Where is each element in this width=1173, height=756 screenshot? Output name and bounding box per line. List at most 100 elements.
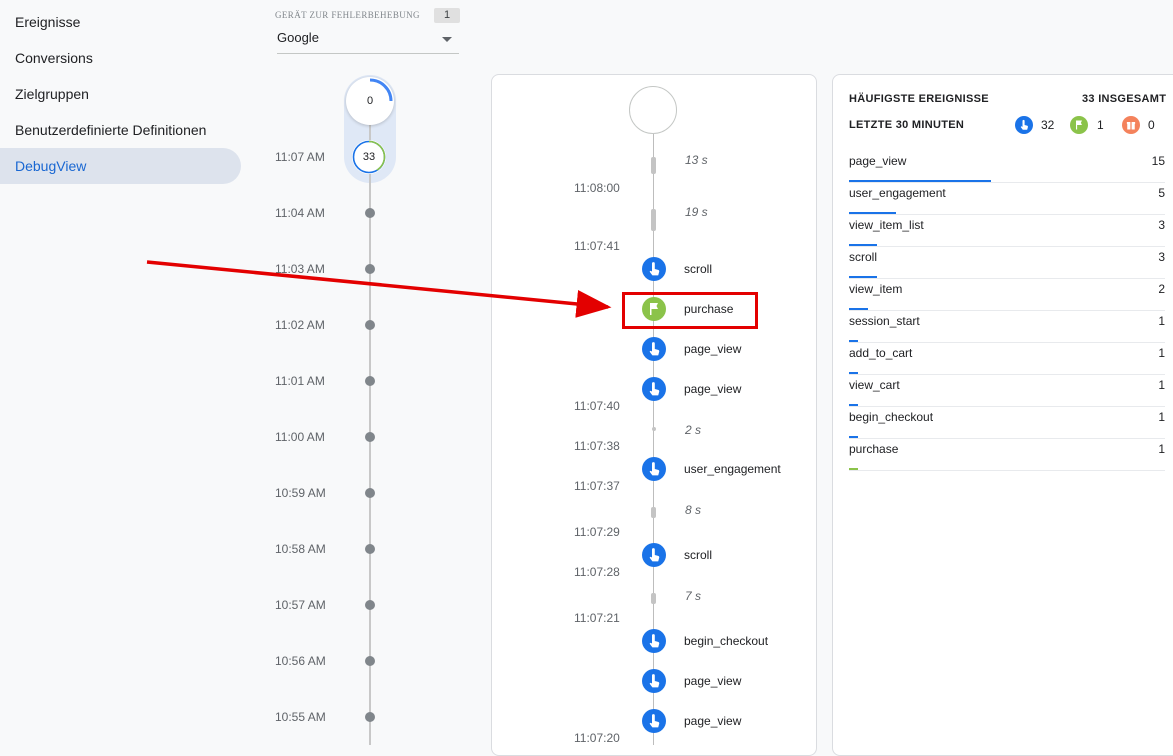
top-event-name: view_item_list — [849, 218, 924, 232]
second-timestamp: 11:07:29 — [574, 525, 620, 539]
event-name[interactable]: page_view — [684, 674, 741, 688]
event-name[interactable]: page_view — [684, 382, 741, 396]
second-timestamp: 11:08:00 — [574, 181, 620, 195]
event-name[interactable]: scroll — [684, 262, 712, 276]
top-event-name: page_view — [849, 154, 907, 168]
top-event-row[interactable]: view_cart 1 — [849, 374, 1165, 407]
gap-label: 7 s — [685, 589, 702, 603]
gap-marker — [651, 209, 656, 231]
minute-dot[interactable] — [365, 600, 375, 610]
touch-icon[interactable] — [642, 709, 666, 733]
touch-icon[interactable] — [642, 457, 666, 481]
top-event-row[interactable]: view_item_list 3 — [849, 214, 1165, 247]
minute-dot[interactable] — [365, 376, 375, 386]
touch-icon[interactable] — [642, 337, 666, 361]
minutes-top-count: 0 — [366, 95, 374, 107]
top-event-count: 1 — [1158, 314, 1165, 328]
legend-touch-count: 32 — [1041, 118, 1055, 132]
top-event-name: session_start — [849, 314, 920, 328]
minute-dot[interactable] — [365, 488, 375, 498]
event-name[interactable]: page_view — [684, 342, 741, 356]
minute-dot[interactable] — [365, 712, 375, 722]
legend-other-count: 0 — [1148, 118, 1155, 132]
top-event-row[interactable]: page_view 15 — [849, 150, 1165, 183]
top-event-row[interactable]: user_engagement 5 — [849, 182, 1165, 215]
nav-item-ereignisse[interactable]: Ereignisse — [0, 4, 80, 40]
second-timestamp: 11:07:38 — [574, 439, 620, 453]
minute-dot[interactable] — [365, 656, 375, 666]
top-event-row[interactable]: purchase 1 — [849, 438, 1165, 471]
device-select[interactable]: Google — [277, 27, 459, 54]
minute-dot[interactable] — [365, 544, 375, 554]
top-event-name: user_engagement — [849, 186, 946, 200]
gap-marker — [651, 157, 656, 174]
minute-label-current: 11:07 AM — [275, 150, 325, 164]
second-timestamp: 11:07:28 — [574, 565, 620, 579]
top-event-row[interactable]: add_to_cart 1 — [849, 342, 1165, 375]
minute-dot[interactable] — [365, 208, 375, 218]
touch-icon[interactable] — [642, 669, 666, 693]
top-event-name: view_cart — [849, 378, 900, 392]
minute-dot[interactable] — [365, 432, 375, 442]
gap-label: 2 s — [685, 423, 702, 437]
top-event-count: 1 — [1158, 346, 1165, 360]
top-event-row[interactable]: scroll 3 — [849, 246, 1165, 279]
top-event-count: 1 — [1158, 410, 1165, 424]
seconds-stream-panel — [491, 74, 817, 756]
event-name[interactable]: page_view — [684, 714, 741, 728]
top-event-name: purchase — [849, 442, 899, 456]
second-timestamp: 11:07:37 — [574, 479, 620, 493]
top-event-count: 15 — [1151, 154, 1165, 168]
nav-item-zielgruppen[interactable]: Zielgruppen — [0, 76, 89, 112]
touch-icon[interactable] — [642, 543, 666, 567]
minute-dot[interactable] — [365, 264, 375, 274]
gap-marker — [651, 593, 656, 604]
event-name[interactable]: scroll — [684, 548, 712, 562]
minute-label: 10:59 AM — [275, 486, 326, 500]
top-event-count: 5 — [1158, 186, 1165, 200]
minutes-top-counter[interactable]: 0 — [346, 77, 394, 125]
legend-conversion-count: 1 — [1097, 118, 1104, 132]
second-timestamp: 11:07:41 — [574, 239, 620, 253]
minute-label: 10:56 AM — [275, 654, 326, 668]
minute-label: 11:04 AM — [275, 206, 325, 220]
top-event-name: scroll — [849, 250, 878, 264]
minutes-current-counter[interactable]: 33 — [352, 140, 386, 174]
top-event-row[interactable]: begin_checkout 1 — [849, 406, 1165, 439]
gap-marker — [651, 507, 656, 518]
top-events-total: 33 INSGESAMT — [1082, 93, 1167, 105]
gap-marker — [652, 427, 656, 431]
device-label: GERÄT ZUR FEHLERBEHEBUNG — [275, 10, 420, 20]
top-events-period: LETZTE 30 MINUTEN — [849, 119, 965, 131]
device-count-badge: 1 — [434, 8, 460, 23]
nav-item-conversions[interactable]: Conversions — [0, 40, 93, 76]
device-select-value: Google — [277, 30, 319, 45]
top-event-bar — [849, 468, 858, 470]
minutes-current-count: 33 — [362, 151, 376, 163]
minute-label: 11:03 AM — [275, 262, 325, 276]
chevron-down-icon — [442, 37, 452, 42]
flag-icon — [1070, 116, 1088, 134]
gap-label: 19 s — [685, 205, 708, 219]
event-name[interactable]: begin_checkout — [684, 634, 768, 648]
top-event-row[interactable]: view_item 2 — [849, 278, 1165, 311]
top-event-name: add_to_cart — [849, 346, 913, 360]
seconds-top-circle — [629, 86, 677, 134]
touch-icon — [1015, 116, 1033, 134]
top-event-count: 3 — [1158, 250, 1165, 264]
nav-item-debugview[interactable]: DebugView — [0, 148, 241, 184]
minute-label: 11:02 AM — [275, 318, 325, 332]
event-name[interactable]: user_engagement — [684, 462, 781, 476]
nav-item-custom-definitions[interactable]: Benutzerdefinierte Definitionen — [0, 112, 206, 148]
top-event-row[interactable]: session_start 1 — [849, 310, 1165, 343]
minute-dot[interactable] — [365, 320, 375, 330]
touch-icon[interactable] — [642, 257, 666, 281]
minute-label: 10:58 AM — [275, 542, 326, 556]
touch-icon[interactable] — [642, 377, 666, 401]
minute-label: 10:55 AM — [275, 710, 326, 724]
touch-icon[interactable] — [642, 629, 666, 653]
top-event-count: 3 — [1158, 218, 1165, 232]
top-events-title: HÄUFIGSTE EREIGNISSE — [849, 93, 989, 105]
minute-label: 11:00 AM — [275, 430, 325, 444]
top-event-count: 1 — [1158, 442, 1165, 456]
